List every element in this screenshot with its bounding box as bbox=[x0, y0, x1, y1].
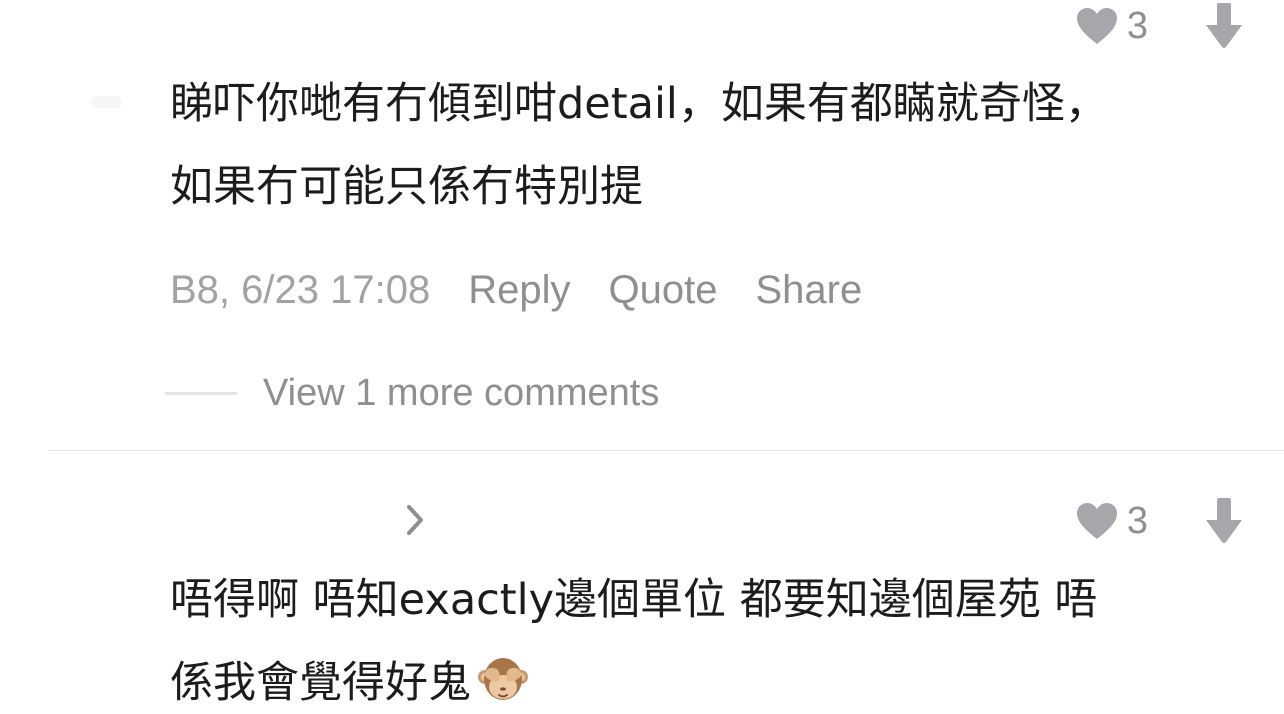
heart-icon bbox=[1076, 8, 1117, 44]
quote-button[interactable]: Quote bbox=[608, 262, 717, 318]
like-button[interactable]: 3 bbox=[1075, 497, 1148, 545]
chevron-right-icon[interactable] bbox=[404, 503, 426, 537]
reply-button[interactable]: Reply bbox=[468, 262, 570, 318]
avatar[interactable] bbox=[92, 96, 122, 108]
comment-text-line: 如果冇可能只係冇特別提 bbox=[170, 162, 643, 212]
comment-body: 睇吓你哋有冇傾到咁detail，如果有都瞞就奇怪， 如果冇可能只係冇特別提 bbox=[170, 63, 1230, 229]
comment-actions: 3 bbox=[1075, 497, 1244, 545]
comment-thread: 3 睇吓你哋有冇傾到咁detail，如果有都瞞就奇怪， 如果冇可能只係冇特別提 … bbox=[0, 0, 1284, 714]
arrow-down-icon[interactable] bbox=[1204, 498, 1244, 544]
share-button[interactable]: Share bbox=[755, 262, 862, 318]
comment-text-line: 唔得啊 唔知exactly邊個單位 都要知邊個屋苑 唔 bbox=[170, 575, 1098, 625]
comment-timestamp: B8, 6/23 17:08 bbox=[170, 268, 431, 312]
divider-line bbox=[165, 392, 237, 395]
comment-actions: 3 bbox=[1075, 2, 1244, 50]
comment-text-line: 係我會覺得好鬼 bbox=[170, 658, 471, 708]
view-more-label[interactable]: View 1 more comments bbox=[263, 372, 659, 415]
arrow-down-icon[interactable] bbox=[1204, 3, 1244, 49]
like-count: 3 bbox=[1126, 5, 1148, 47]
comment-meta: B8, 6/23 17:08 Reply Quote Share bbox=[170, 262, 900, 318]
view-more-replies[interactable]: View 1 more comments bbox=[165, 372, 659, 415]
comment-body: 唔得啊 唔知exactly邊個單位 都要知邊個屋苑 唔 係我會覺得好鬼 bbox=[170, 559, 1230, 714]
comment: 3 睇吓你哋有冇傾到咁detail，如果有都瞞就奇怪， 如果冇可能只係冇特別提 … bbox=[0, 0, 1284, 451]
see-no-evil-monkey-icon bbox=[478, 658, 528, 700]
comment-text-line: 睇吓你哋有冇傾到咁detail，如果有都瞞就奇怪， bbox=[170, 79, 1108, 129]
like-count: 3 bbox=[1126, 500, 1148, 542]
heart-icon bbox=[1076, 503, 1117, 539]
comment: 3 唔得啊 唔知exactly邊個單位 都要知邊個屋苑 唔 係我會覺得好鬼 bbox=[0, 451, 1284, 714]
like-button[interactable]: 3 bbox=[1075, 2, 1148, 50]
